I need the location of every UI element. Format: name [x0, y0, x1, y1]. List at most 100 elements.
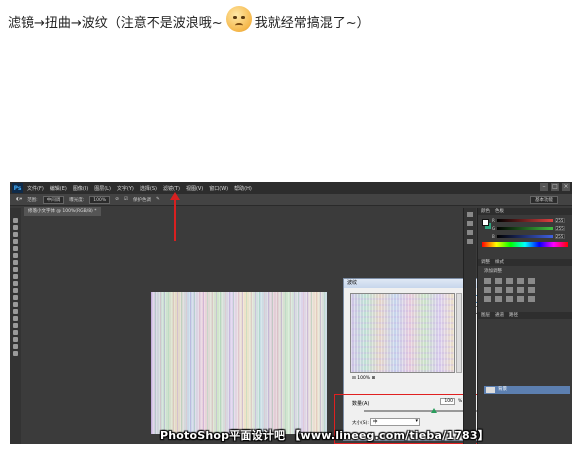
move-tool-icon[interactable]: [13, 218, 18, 223]
channel-b-slider[interactable]: [496, 234, 553, 238]
hand-tool-icon[interactable]: [13, 344, 18, 349]
menu-layer[interactable]: 图层(L): [94, 185, 111, 192]
menu-help[interactable]: 帮助(H): [234, 185, 252, 192]
eraser-tool-icon[interactable]: [13, 288, 18, 293]
document-canvas[interactable]: [151, 292, 327, 434]
adjust-panel-tabs: 调整 样式: [478, 259, 572, 266]
color-row-b: B 255: [492, 233, 572, 239]
menu-image[interactable]: 图像(I): [73, 185, 88, 192]
dodge-tool-icon[interactable]: [13, 309, 18, 314]
watermark: PhotoShop平面设计吧 【www.lineeg.com/tieba/178…: [160, 429, 489, 442]
tab-channels[interactable]: 通道: [495, 312, 504, 319]
actions-panel-icon[interactable]: [467, 221, 473, 226]
curves-icon[interactable]: [506, 278, 513, 284]
zoom-in-icon[interactable]: ⊞: [372, 376, 376, 381]
brush-tool-icon[interactable]: [13, 267, 18, 272]
tab-swatches[interactable]: 色板: [495, 208, 504, 215]
minimize-icon[interactable]: –: [540, 183, 548, 191]
channel-r-slider[interactable]: [496, 218, 553, 222]
tab-styles[interactable]: 样式: [495, 259, 504, 266]
exposure-input[interactable]: 100%: [89, 195, 111, 204]
adjust-title: 添加调整: [484, 269, 502, 274]
threshold-icon[interactable]: [506, 296, 513, 302]
close-window-icon[interactable]: ×: [562, 183, 570, 191]
menu-window[interactable]: 窗口(W): [209, 185, 228, 192]
healing-tool-icon[interactable]: [13, 260, 18, 265]
eyedropper-tool-icon[interactable]: [13, 253, 18, 258]
panel-dock-strip: [463, 208, 476, 444]
crop-tool-icon[interactable]: [13, 246, 18, 251]
panel-foreground-swatch[interactable]: [482, 219, 489, 226]
channel-b-value[interactable]: 255: [554, 233, 565, 239]
layer-row[interactable]: 背景: [484, 386, 570, 394]
tool-preset-icon[interactable]: ◐▾: [16, 197, 22, 202]
type-tool-icon[interactable]: [13, 323, 18, 328]
menu-filter[interactable]: 滤镜(T): [163, 185, 180, 192]
invert-icon[interactable]: [484, 296, 491, 302]
post-text: 滤镜→扭曲→波纹（注意不是波浪哦~ 我就经常搞混了~）: [8, 6, 370, 32]
adjustment-icons: [484, 278, 566, 302]
selective-color-icon[interactable]: [528, 296, 535, 302]
hue-icon[interactable]: [484, 287, 491, 293]
layers-panel-tabs: 图层 通道 路径: [478, 312, 572, 319]
maximize-icon[interactable]: □: [551, 183, 559, 191]
levels-icon[interactable]: [495, 278, 502, 284]
properties-panel-icon[interactable]: [467, 230, 473, 235]
history-panel-icon[interactable]: [467, 212, 473, 217]
lasso-tool-icon[interactable]: [13, 232, 18, 237]
photoshop-logo-icon: Ps: [12, 183, 23, 193]
stamp-tool-icon[interactable]: [13, 274, 18, 279]
workspace-preset-select[interactable]: 基本功能: [530, 195, 558, 204]
tab-layers[interactable]: 图层: [481, 312, 490, 319]
channel-g-slider[interactable]: [497, 226, 554, 230]
preview-scrollbar[interactable]: [456, 293, 462, 373]
layer-name: 背景: [498, 387, 507, 392]
shape-tool-icon[interactable]: [13, 337, 18, 342]
menu-file[interactable]: 文件(F): [27, 185, 44, 192]
brush-panel-icon[interactable]: [467, 239, 473, 244]
balance-icon[interactable]: [495, 287, 502, 293]
menu-view[interactable]: 视图(V): [186, 185, 203, 192]
quick-select-tool-icon[interactable]: [13, 239, 18, 244]
tab-adjustments[interactable]: 调整: [481, 259, 490, 266]
document-tab[interactable]: 修落小文字体 @ 100%(RGB/8) *: [24, 207, 101, 216]
color-row-r: R 255: [492, 217, 572, 223]
menu-type[interactable]: 文字(Y): [117, 185, 134, 192]
color-panel-tabs: 颜色 色板: [478, 208, 572, 215]
annotation-arrow: [174, 197, 176, 241]
tab-color[interactable]: 颜色: [481, 208, 490, 215]
channel-r-value[interactable]: 255: [554, 217, 565, 223]
color-spectrum[interactable]: [482, 242, 568, 247]
photo-filter-icon[interactable]: [517, 287, 524, 293]
channel-g-value[interactable]: 255: [555, 225, 566, 231]
protect-tones-label: 保护色调: [132, 197, 151, 203]
blur-tool-icon[interactable]: [13, 302, 18, 307]
path-select-tool-icon[interactable]: [13, 330, 18, 335]
toolbox: [10, 208, 21, 444]
vibrance-icon[interactable]: [528, 278, 535, 284]
gradient-map-icon[interactable]: [517, 296, 524, 302]
range-select[interactable]: 中间调: [42, 195, 65, 204]
airbrush-icon[interactable]: ⊘: [115, 197, 119, 202]
gradient-tool-icon[interactable]: [13, 295, 18, 300]
zoom-out-icon[interactable]: ⊟: [352, 376, 356, 381]
zoom-tool-icon[interactable]: [13, 351, 18, 356]
preview-zoom: ⊟ 100% ⊞: [352, 376, 375, 381]
marquee-tool-icon[interactable]: [13, 225, 18, 230]
protect-tones-checkbox[interactable]: ☑: [124, 197, 128, 202]
brightness-icon[interactable]: [484, 278, 491, 284]
pen-tool-icon[interactable]: [13, 316, 18, 321]
menu-edit[interactable]: 编辑(E): [50, 185, 67, 192]
history-brush-tool-icon[interactable]: [13, 281, 18, 286]
bw-icon[interactable]: [506, 287, 513, 293]
channel-g-label: G: [492, 225, 496, 231]
exposure-label: 曝光度:: [69, 197, 85, 203]
mixer-icon[interactable]: [528, 287, 535, 293]
filter-preview[interactable]: [350, 293, 455, 373]
menu-select[interactable]: 选择(S): [140, 185, 157, 192]
posterize-icon[interactable]: [495, 296, 502, 302]
pressure-icon[interactable]: ✎: [156, 197, 160, 202]
exposure-icon[interactable]: [517, 278, 524, 284]
layer-thumbnail: [486, 387, 495, 393]
tab-paths[interactable]: 路径: [509, 312, 518, 319]
